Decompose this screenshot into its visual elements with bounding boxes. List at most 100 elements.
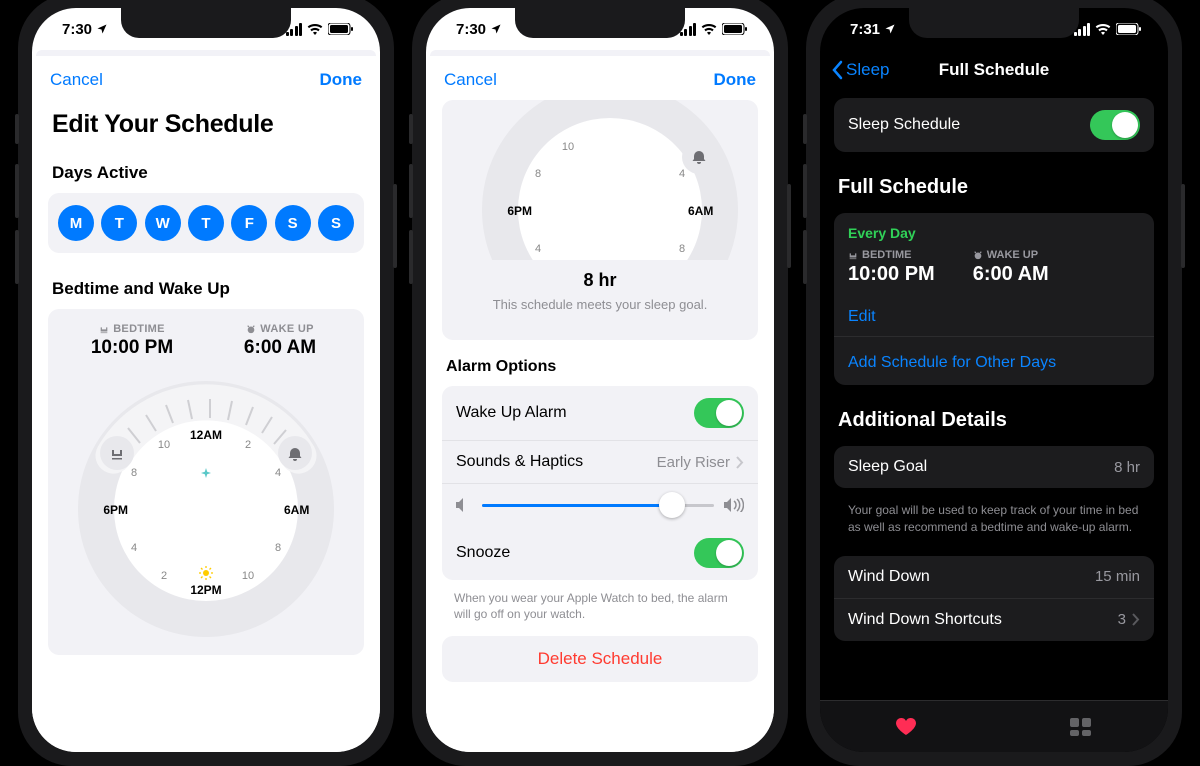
additional-details-label: Additional Details bbox=[820, 393, 1168, 438]
chevron-right-icon bbox=[736, 456, 744, 469]
page-title: Full Schedule bbox=[939, 60, 1050, 80]
volume-slider-row bbox=[442, 483, 758, 526]
svg-text:10: 10 bbox=[158, 439, 170, 451]
page-title: Edit Your Schedule bbox=[32, 100, 380, 157]
add-schedule-button[interactable]: Add Schedule for Other Days bbox=[834, 341, 1154, 385]
wifi-icon bbox=[1095, 23, 1111, 35]
sounds-haptics-label: Sounds & Haptics bbox=[456, 453, 583, 471]
done-button[interactable]: Done bbox=[320, 70, 363, 90]
wakeup-value: 6:00 AM bbox=[973, 261, 1049, 286]
sounds-haptics-row[interactable]: Sounds & Haptics Early Riser bbox=[442, 440, 758, 483]
status-time: 7:31 bbox=[850, 21, 880, 38]
sleep-duration: 8 hr bbox=[583, 270, 616, 290]
svg-text:10: 10 bbox=[562, 141, 574, 153]
wind-down-shortcuts-label: Wind Down Shortcuts bbox=[848, 611, 1002, 629]
sleep-clock-dial[interactable]: 12AM 2 4 6AM 8 10 12PM 2 4 6PM 8 10 bbox=[70, 373, 342, 645]
sleep-goal-row[interactable]: Sleep Goal 8 hr bbox=[834, 446, 1154, 488]
battery-icon bbox=[722, 23, 748, 35]
sleep-clock-dial-partial[interactable]: 6PM 8 4 6AM 4 8 2 10 12PM 10 bbox=[452, 100, 748, 260]
tab-bar bbox=[820, 700, 1168, 752]
wifi-icon bbox=[701, 23, 717, 35]
day-chip-sun[interactable]: S bbox=[318, 205, 354, 241]
days-active-row: M T W T F S S bbox=[48, 193, 364, 253]
tab-browse[interactable] bbox=[1068, 715, 1094, 739]
wind-down-shortcuts-value: 3 bbox=[1118, 611, 1126, 628]
day-chip-fri[interactable]: F bbox=[231, 205, 267, 241]
schedule-card: Every Day BEDTIME 10:00 PM WAKE UP 6:00 … bbox=[834, 213, 1154, 341]
sleep-schedule-toggle[interactable] bbox=[1090, 110, 1140, 140]
wakeup-label: WAKE UP bbox=[206, 323, 354, 335]
day-chip-sat[interactable]: S bbox=[275, 205, 311, 241]
days-active-label: Days Active bbox=[32, 157, 380, 193]
wakeup-label: WAKE UP bbox=[973, 249, 1049, 261]
chevron-left-icon bbox=[832, 60, 844, 80]
svg-text:8: 8 bbox=[131, 467, 137, 479]
day-chip-wed[interactable]: W bbox=[145, 205, 181, 241]
status-time: 7:30 bbox=[62, 21, 92, 38]
sleep-goal-value: 8 hr bbox=[1114, 459, 1140, 476]
done-button[interactable]: Done bbox=[714, 70, 757, 90]
modal-navbar: Cancel Done bbox=[426, 56, 774, 100]
wake-up-alarm-label: Wake Up Alarm bbox=[456, 404, 567, 422]
day-chip-tue[interactable]: T bbox=[101, 205, 137, 241]
svg-text:8: 8 bbox=[535, 168, 541, 180]
cancel-button[interactable]: Cancel bbox=[444, 70, 497, 90]
wind-down-shortcuts-row[interactable]: Wind Down Shortcuts 3 bbox=[834, 598, 1154, 641]
svg-text:6AM: 6AM bbox=[284, 503, 309, 517]
svg-text:4: 4 bbox=[131, 542, 137, 554]
day-chip-thu[interactable]: T bbox=[188, 205, 224, 241]
svg-text:4: 4 bbox=[679, 168, 685, 180]
svg-text:6AM: 6AM bbox=[688, 204, 713, 218]
battery-icon bbox=[328, 23, 354, 35]
svg-text:12PM: 12PM bbox=[190, 583, 221, 597]
svg-text:10: 10 bbox=[242, 570, 254, 582]
day-chip-mon[interactable]: M bbox=[58, 205, 94, 241]
wake-up-alarm-row: Wake Up Alarm bbox=[442, 386, 758, 440]
apple-watch-note: When you wear your Apple Watch to bed, t… bbox=[426, 590, 774, 636]
sleep-goal-note: Your goal will be used to keep track of … bbox=[820, 496, 1168, 548]
back-button[interactable]: Sleep bbox=[832, 60, 889, 80]
sounds-haptics-value: Early Riser bbox=[657, 454, 730, 471]
speaker-low-icon bbox=[456, 498, 472, 512]
sleep-schedule-row: Sleep Schedule bbox=[834, 98, 1154, 152]
nav-bar: Sleep Full Schedule bbox=[820, 50, 1168, 90]
alarm-options-card: Wake Up Alarm Sounds & Haptics Early Ris… bbox=[442, 386, 758, 580]
status-time: 7:30 bbox=[456, 21, 486, 38]
bedtime-value: 10:00 PM bbox=[848, 261, 935, 286]
full-schedule-label: Full Schedule bbox=[820, 160, 1168, 205]
wind-down-value: 15 min bbox=[1095, 568, 1140, 585]
bedtime-label: BEDTIME bbox=[848, 249, 935, 261]
svg-text:2: 2 bbox=[245, 439, 251, 451]
tab-summary[interactable] bbox=[894, 715, 920, 739]
bedtime-section-label: Bedtime and Wake Up bbox=[32, 273, 380, 309]
svg-text:12AM: 12AM bbox=[190, 428, 222, 442]
bedtime-value: 10:00 PM bbox=[58, 337, 206, 359]
svg-text:6PM: 6PM bbox=[103, 503, 128, 517]
volume-slider[interactable] bbox=[482, 504, 714, 507]
alarm-options-label: Alarm Options bbox=[426, 340, 774, 386]
bedtime-label: BEDTIME bbox=[58, 323, 206, 335]
wakeup-value: 6:00 AM bbox=[206, 337, 354, 359]
wifi-icon bbox=[307, 23, 323, 35]
svg-text:4: 4 bbox=[275, 467, 281, 479]
speaker-high-icon bbox=[724, 498, 744, 512]
bedtime-card: BEDTIME 10:00 PM WAKE UP 6:00 AM bbox=[48, 309, 364, 655]
wind-down-row[interactable]: Wind Down 15 min bbox=[834, 556, 1154, 598]
svg-text:2: 2 bbox=[161, 570, 167, 582]
svg-text:4: 4 bbox=[535, 243, 541, 255]
snooze-toggle[interactable] bbox=[694, 538, 744, 568]
battery-icon bbox=[1116, 23, 1142, 35]
chevron-right-icon bbox=[1132, 613, 1140, 626]
snooze-row: Snooze bbox=[442, 526, 758, 580]
location-icon bbox=[96, 23, 108, 35]
svg-text:8: 8 bbox=[275, 542, 281, 554]
modal-navbar: Cancel Done bbox=[32, 56, 380, 100]
svg-text:6PM: 6PM bbox=[507, 204, 532, 218]
svg-text:8: 8 bbox=[679, 243, 685, 255]
edit-button[interactable]: Edit bbox=[848, 298, 1140, 336]
wake-up-alarm-toggle[interactable] bbox=[694, 398, 744, 428]
sleep-schedule-label: Sleep Schedule bbox=[848, 116, 960, 134]
snooze-label: Snooze bbox=[456, 544, 510, 562]
delete-schedule-button[interactable]: Delete Schedule bbox=[442, 636, 758, 682]
cancel-button[interactable]: Cancel bbox=[50, 70, 103, 90]
